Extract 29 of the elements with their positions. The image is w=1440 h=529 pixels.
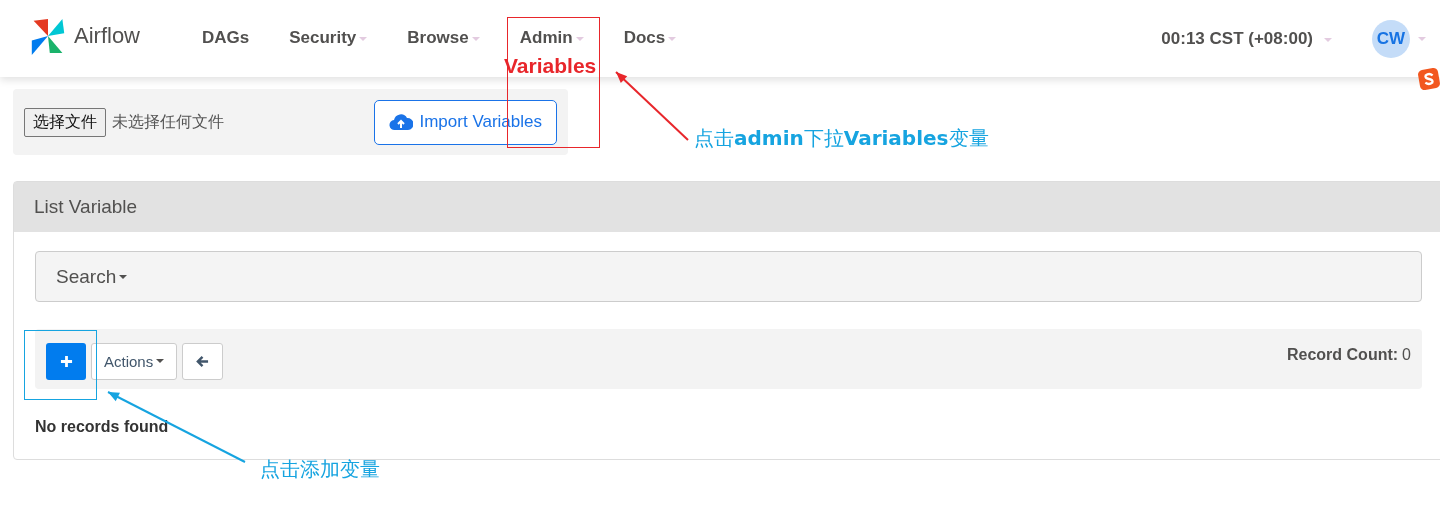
brand-name[interactable]: Airflow <box>74 22 140 49</box>
back-button[interactable] <box>182 342 224 380</box>
caret-icon <box>471 37 480 41</box>
record-count-label: Record Count: <box>1287 345 1399 363</box>
arrow-left-icon <box>196 354 210 368</box>
nav-item[interactable]: Docs <box>603 27 697 48</box>
nav-item[interactable]: Admin <box>499 27 604 48</box>
nav-item[interactable]: DAGs <box>182 27 270 48</box>
caret-icon <box>359 37 368 41</box>
caret-icon <box>1418 36 1426 41</box>
add-button[interactable] <box>46 342 86 380</box>
nav-item[interactable]: Security <box>269 27 388 48</box>
annotation-label: 点击admin下拉Variables变量 <box>694 125 989 152</box>
actions-dropdown[interactable]: Actions <box>91 342 178 380</box>
s-logo-icon[interactable] <box>1418 68 1440 90</box>
choose-file-button[interactable]: 选择文件 <box>24 107 106 137</box>
empty-message: No records found <box>35 418 170 436</box>
annotation-label: 点击添加变量 <box>260 456 380 483</box>
cloud-upload-icon <box>389 112 414 132</box>
caret-icon <box>668 37 677 41</box>
file-status: 未选择任何文件 <box>112 111 224 133</box>
record-count: 0 <box>1402 345 1411 363</box>
caret-icon <box>1324 38 1332 42</box>
plus-icon <box>59 354 73 368</box>
time-dropdown[interactable]: 00:13 CST (+08:00) <box>1161 28 1332 49</box>
nav-item[interactable]: Browse <box>387 27 500 48</box>
caret-icon <box>575 37 584 41</box>
panel-title: List Variable <box>34 196 138 218</box>
search-dropdown[interactable]: Search <box>35 251 1422 302</box>
